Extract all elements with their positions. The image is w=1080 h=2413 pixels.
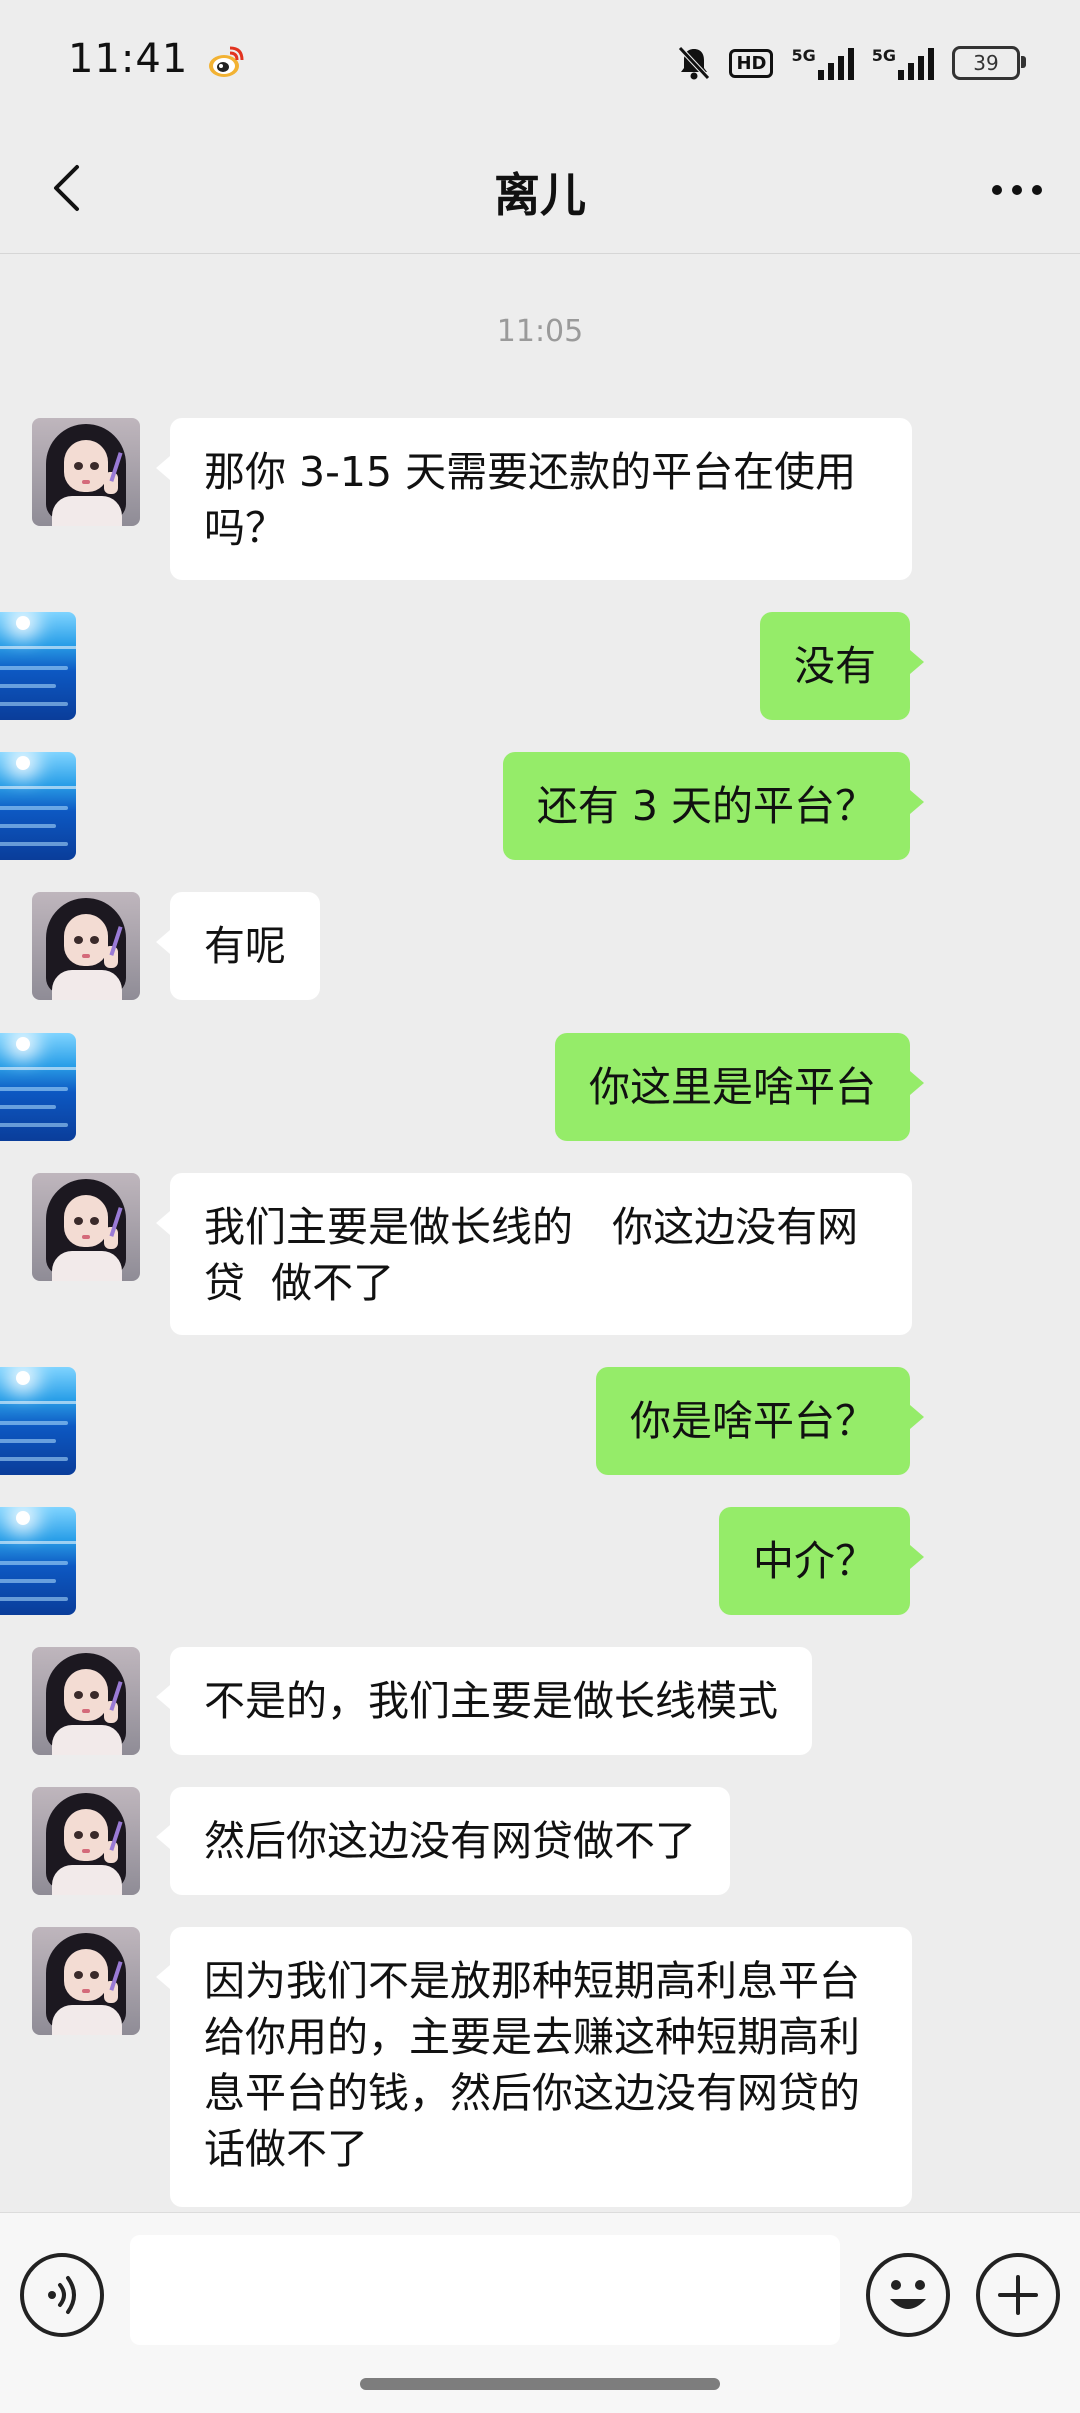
message-received: 然后你这边没有网贷做不了 — [0, 1787, 1080, 1895]
mute-bell-icon — [677, 45, 711, 81]
message-sent: 你这里是啥平台 — [0, 1033, 1080, 1141]
chat-header: 离儿 — [0, 125, 1080, 254]
message-bubble[interactable]: 有呢 — [156, 892, 320, 1000]
message-bubble[interactable]: 我们主要是做长线的 你这边没有网贷 做不了 — [156, 1173, 912, 1335]
battery-level: 39 — [973, 51, 999, 75]
hd-icon: HD — [729, 48, 774, 78]
more-button[interactable] — [984, 165, 1050, 215]
message-bubble[interactable]: 还有 3 天的平台？ — [502, 752, 925, 860]
voice-input-icon — [48, 2276, 76, 2314]
message-bubble[interactable]: 你是啥平台？ — [596, 1367, 924, 1475]
more-dots-icon — [992, 185, 1042, 195]
chat-timestamp: 11:05 — [496, 314, 584, 349]
message-bubble[interactable]: 那你 3-15 天需要还款的平台在使用吗？ — [156, 418, 912, 580]
signal-5g-icon: 5G — [872, 46, 934, 80]
voice-button[interactable] — [20, 2253, 104, 2337]
contact-avatar[interactable] — [32, 1787, 140, 1895]
message-sent: 中介？ — [0, 1507, 1080, 1615]
message-received: 因为我们不是放那种短期高利息平台给你用的，主要是去赚这种短期高利息平台的钱，然后… — [0, 1927, 1080, 2207]
contact-avatar[interactable] — [32, 1647, 140, 1755]
message-bubble[interactable]: 因为我们不是放那种短期高利息平台给你用的，主要是去赚这种短期高利息平台的钱，然后… — [156, 1927, 912, 2207]
contact-avatar[interactable] — [32, 892, 140, 1000]
status-icons: HD 5G 5G 39 — [677, 38, 1026, 88]
contact-avatar[interactable] — [32, 1173, 140, 1281]
my-avatar[interactable] — [0, 612, 76, 720]
plus-icon — [998, 2275, 1038, 2315]
status-time: 11:41 — [68, 36, 189, 82]
home-indicator[interactable] — [360, 2378, 720, 2390]
more-functions-button[interactable] — [976, 2253, 1060, 2337]
network-label: 5G — [871, 46, 896, 65]
emoji-button[interactable] — [866, 2253, 950, 2337]
signal-5g-icon: 5G — [791, 46, 854, 80]
my-avatar[interactable] — [0, 1507, 76, 1615]
contact-avatar[interactable] — [32, 1927, 140, 2035]
battery-icon: 39 — [952, 46, 1026, 80]
message-sent: 你是啥平台？ — [0, 1367, 1080, 1475]
message-received: 我们主要是做长线的 你这边没有网贷 做不了 — [0, 1173, 1080, 1335]
message-sent: 还有 3 天的平台？ — [0, 752, 1080, 860]
message-text-input[interactable] — [130, 2235, 840, 2345]
status-bar: 11:41 HD 5G 5G 39 — [0, 0, 1080, 125]
message-sent: 没有 — [0, 612, 1080, 720]
my-avatar[interactable] — [0, 1033, 76, 1141]
contact-avatar[interactable] — [32, 418, 140, 526]
message-bubble[interactable]: 然后你这边没有网贷做不了 — [156, 1787, 730, 1895]
message-bubble[interactable]: 没有 — [760, 612, 924, 720]
weibo-icon — [206, 42, 246, 82]
message-bubble[interactable]: 不是的，我们主要是做长线模式 — [156, 1647, 812, 1755]
my-avatar[interactable] — [0, 752, 76, 860]
chat-title: 离儿 — [494, 168, 586, 222]
my-avatar[interactable] — [0, 1367, 76, 1475]
message-bubble[interactable]: 中介？ — [719, 1507, 924, 1615]
message-received: 不是的，我们主要是做长线模式 — [0, 1647, 1080, 1755]
network-label: 5G — [791, 46, 816, 65]
message-received: 有呢 — [0, 892, 1080, 1000]
message-received: 那你 3-15 天需要还款的平台在使用吗？ — [0, 418, 1080, 580]
message-bubble[interactable]: 你这里是啥平台 — [555, 1033, 924, 1141]
emoji-icon — [890, 2280, 926, 2309]
